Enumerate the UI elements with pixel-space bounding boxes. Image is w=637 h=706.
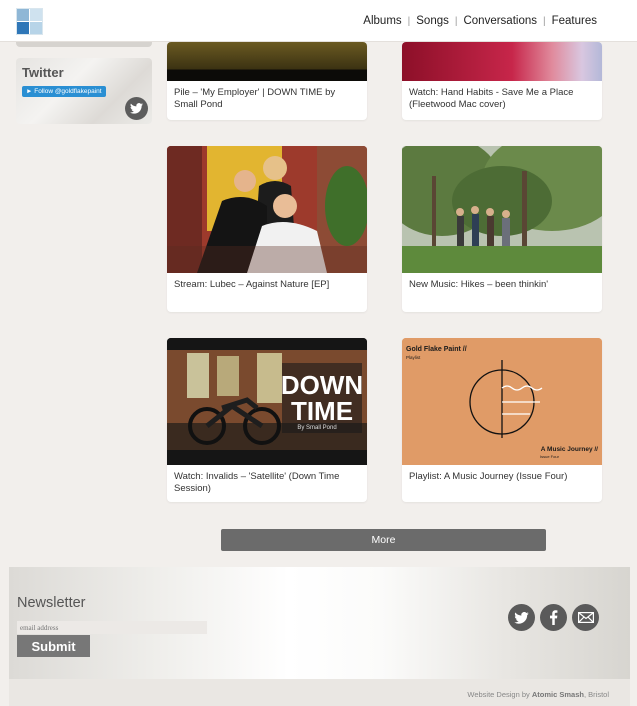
playlist-label: Playlist xyxy=(406,355,421,360)
nav-albums[interactable]: Albums xyxy=(363,15,401,27)
twitter-widget-title: Twitter xyxy=(22,65,64,80)
post-title[interactable]: Watch: Invalids – 'Satellite' (Down Time… xyxy=(167,465,367,501)
site-header: Albums | Songs | Conversations | Feature… xyxy=(0,0,637,42)
site-footer: Newsletter Submit xyxy=(9,567,630,679)
post-title[interactable]: Playlist: A Music Journey (Issue Four) xyxy=(402,465,602,489)
credit-suffix: , Bristol xyxy=(583,690,609,699)
credit-company-link[interactable]: Atomic Smash xyxy=(532,690,584,699)
footer-credit: Website Design by Atomic Smash, Bristol xyxy=(467,690,609,699)
post-title[interactable]: Watch: Hand Habits - Save Me a Place (Fl… xyxy=(402,81,602,117)
twitter-icon[interactable] xyxy=(508,604,535,631)
post-thumbnail[interactable]: DOWN TIME By Small Pond xyxy=(167,338,367,465)
playlist-issue: Issue Four xyxy=(540,454,560,459)
nav-conversations[interactable]: Conversations xyxy=(463,15,537,27)
post-card[interactable]: DOWN TIME By Small Pond Watch: Invalids … xyxy=(167,338,367,502)
post-thumbnail[interactable] xyxy=(402,146,602,273)
twitter-bird-icon: ► xyxy=(26,88,35,95)
playlist-brand: Gold Flake Paint // xyxy=(406,346,467,353)
main-nav: Albums | Songs | Conversations | Feature… xyxy=(363,15,597,27)
post-card[interactable]: Gold Flake Paint // Playlist A Music Jou… xyxy=(402,338,602,502)
post-thumbnail[interactable] xyxy=(402,42,602,81)
site-logo[interactable] xyxy=(16,8,43,35)
more-button[interactable]: More xyxy=(221,529,546,551)
newsletter-title: Newsletter xyxy=(17,595,86,611)
mail-icon[interactable] xyxy=(572,604,599,631)
twitter-follow-label: Follow @goldflakepaint xyxy=(34,88,102,95)
credit-prefix: Website Design by xyxy=(467,690,532,699)
post-thumbnail[interactable] xyxy=(167,42,367,81)
twitter-icon[interactable] xyxy=(125,97,148,120)
twitter-follow-button[interactable]: ► Follow @goldflakepaint xyxy=(22,86,106,97)
post-card[interactable]: New Music: Hikes – been thinkin' xyxy=(402,146,602,312)
submit-button[interactable]: Submit xyxy=(17,635,90,657)
email-field[interactable] xyxy=(17,621,207,634)
post-card[interactable]: Pile – 'My Employer' | DOWN TIME by Smal… xyxy=(167,42,367,120)
nav-features[interactable]: Features xyxy=(552,15,597,27)
post-card[interactable]: Watch: Hand Habits - Save Me a Place (Fl… xyxy=(402,42,602,120)
post-card[interactable]: Stream: Lubec – Against Nature [EP] xyxy=(167,146,367,312)
facebook-icon[interactable] xyxy=(540,604,567,631)
playlist-title: A Music Journey // xyxy=(541,446,598,453)
sidebar-widget-bottom xyxy=(16,42,152,47)
twitter-widget: Twitter ► Follow @goldflakepaint xyxy=(16,58,152,124)
post-title[interactable]: Pile – 'My Employer' | DOWN TIME by Smal… xyxy=(167,81,367,117)
image-subtitle: By Small Pond xyxy=(297,425,336,431)
post-thumbnail[interactable]: Gold Flake Paint // Playlist A Music Jou… xyxy=(402,338,602,465)
post-title[interactable]: New Music: Hikes – been thinkin' xyxy=(402,273,602,297)
nav-songs[interactable]: Songs xyxy=(416,15,449,27)
post-thumbnail[interactable] xyxy=(167,146,367,273)
post-title[interactable]: Stream: Lubec – Against Nature [EP] xyxy=(167,273,367,297)
image-title-line2: TIME xyxy=(291,396,353,426)
